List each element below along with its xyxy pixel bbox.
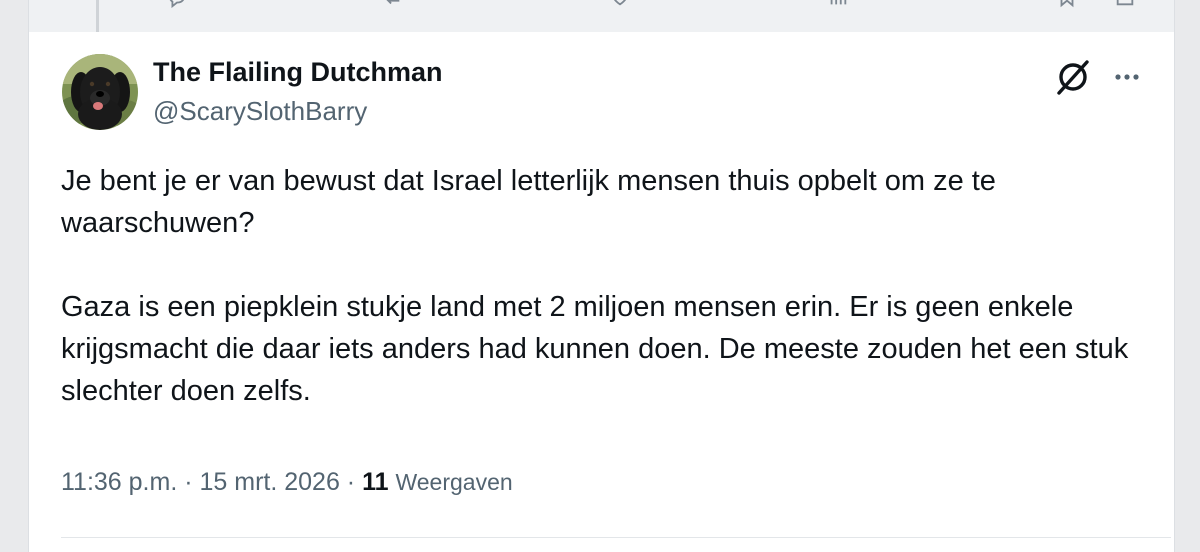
tweet-time[interactable]: 11:36 p.m. [61,468,177,496]
tweet-date[interactable]: 15 mrt. 2026 [200,468,340,496]
views-icon[interactable] [827,0,849,8]
views-label[interactable]: Weergaven [395,469,512,495]
black-dog-avatar-image [62,54,138,130]
author-handle[interactable]: @ScarySlothBarry [153,96,367,127]
tweet-text: Je bent je er van bewust dat Israel lett… [61,160,1151,412]
tweet-card: The Flailing Dutchman @ScarySlothBarry J… [28,32,1175,552]
share-icon[interactable] [1114,0,1136,8]
meta-separator: · [339,468,363,496]
bookmark-icon[interactable] [1056,0,1078,8]
reply-icon[interactable] [166,0,188,8]
views-count[interactable]: 11 [362,468,388,496]
previous-tweet-action-bar [28,0,1175,32]
tweet-paragraph: Gaza is een piepklein stukje land met 2 … [61,291,1129,407]
meta-separator: · [177,468,200,496]
repost-icon[interactable] [381,0,403,8]
tweet-page: The Flailing Dutchman @ScarySlothBarry J… [0,0,1200,552]
author-display-name[interactable]: The Flailing Dutchman [153,57,443,88]
thread-connector-line [96,0,99,32]
tweet-meta: 11:36 p.m. · 15 mrt. 2026 · 11 Weergaven [61,468,513,497]
avatar[interactable] [62,54,138,130]
more-options-icon[interactable] [1111,62,1143,92]
grok-icon[interactable] [1053,57,1093,97]
divider [61,537,1171,538]
like-icon[interactable] [609,0,631,8]
tweet-paragraph: Je bent je er van bewust dat Israel lett… [61,165,996,239]
